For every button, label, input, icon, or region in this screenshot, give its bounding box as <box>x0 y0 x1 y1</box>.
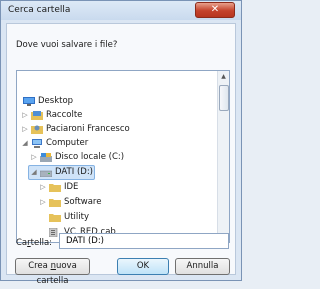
folder-input[interactable] <box>59 233 229 249</box>
folder-field-label: Cartella: <box>16 238 53 248</box>
expand-arrow-icon[interactable]: ▷ <box>30 150 38 165</box>
dialog-prompt: Dove vuoi salvare i file? <box>16 40 118 50</box>
tree-item-label: Raccolte <box>46 110 83 120</box>
user-folder-icon <box>31 125 43 134</box>
folder-icon <box>49 198 61 207</box>
tree-item-label: Computer <box>46 138 89 148</box>
desktop-icon <box>23 97 35 106</box>
scroll-up-arrow-icon[interactable]: ▲ <box>218 71 229 82</box>
tree-item-label: Paciaroni Francesco <box>46 124 130 134</box>
expand-arrow-icon[interactable]: ▷ <box>21 122 29 137</box>
tree-item-label: DATI (D:) <box>55 167 93 177</box>
cab-file-icon <box>48 227 58 238</box>
tree-item-dati-drive[interactable]: ◢ DATI (D:) <box>28 165 95 180</box>
scroll-thumb[interactable] <box>219 85 229 111</box>
dialog-body: Dove vuoi salvare i file? Desktop ▷ Racc… <box>6 23 236 286</box>
folder-icon <box>49 183 61 192</box>
expand-arrow-icon[interactable]: ▷ <box>21 108 29 123</box>
tree-item-label: Utility <box>64 212 90 222</box>
computer-icon <box>31 139 43 148</box>
new-folder-button[interactable]: Crea nuova cartella <box>15 258 90 286</box>
collapse-arrow-icon[interactable]: ◢ <box>30 165 38 180</box>
expand-arrow-icon[interactable]: ▷ <box>39 180 47 195</box>
tree-item-label: Desktop <box>38 96 74 106</box>
cancel-button[interactable]: Annulla <box>175 258 230 275</box>
expand-arrow-icon[interactable]: ▷ <box>39 195 47 210</box>
local-disk-icon <box>40 153 52 162</box>
close-icon: ✕ <box>210 4 220 15</box>
ok-button[interactable]: OK <box>117 258 169 275</box>
folder-tree[interactable]: Desktop ▷ Raccolte ▷ Paciaroni Francesco <box>16 70 230 243</box>
title-bar: Cerca cartella ✕ <box>1 1 241 20</box>
close-button[interactable]: ✕ <box>195 2 235 18</box>
collapse-arrow-icon[interactable]: ◢ <box>21 136 29 151</box>
folder-icon <box>49 213 61 222</box>
drive-icon <box>39 168 53 178</box>
window-title: Cerca cartella <box>8 5 71 15</box>
tree-item-label: Software <box>64 197 102 207</box>
tree-item-label: IDE <box>64 182 79 192</box>
tree-item-label: Disco locale (C:) <box>55 152 125 162</box>
vertical-scrollbar[interactable]: ▲ ▼ <box>217 71 229 242</box>
libraries-icon <box>31 111 43 120</box>
browse-folder-dialog: Cerca cartella ✕ Dove vuoi salvare i fil… <box>0 0 242 286</box>
